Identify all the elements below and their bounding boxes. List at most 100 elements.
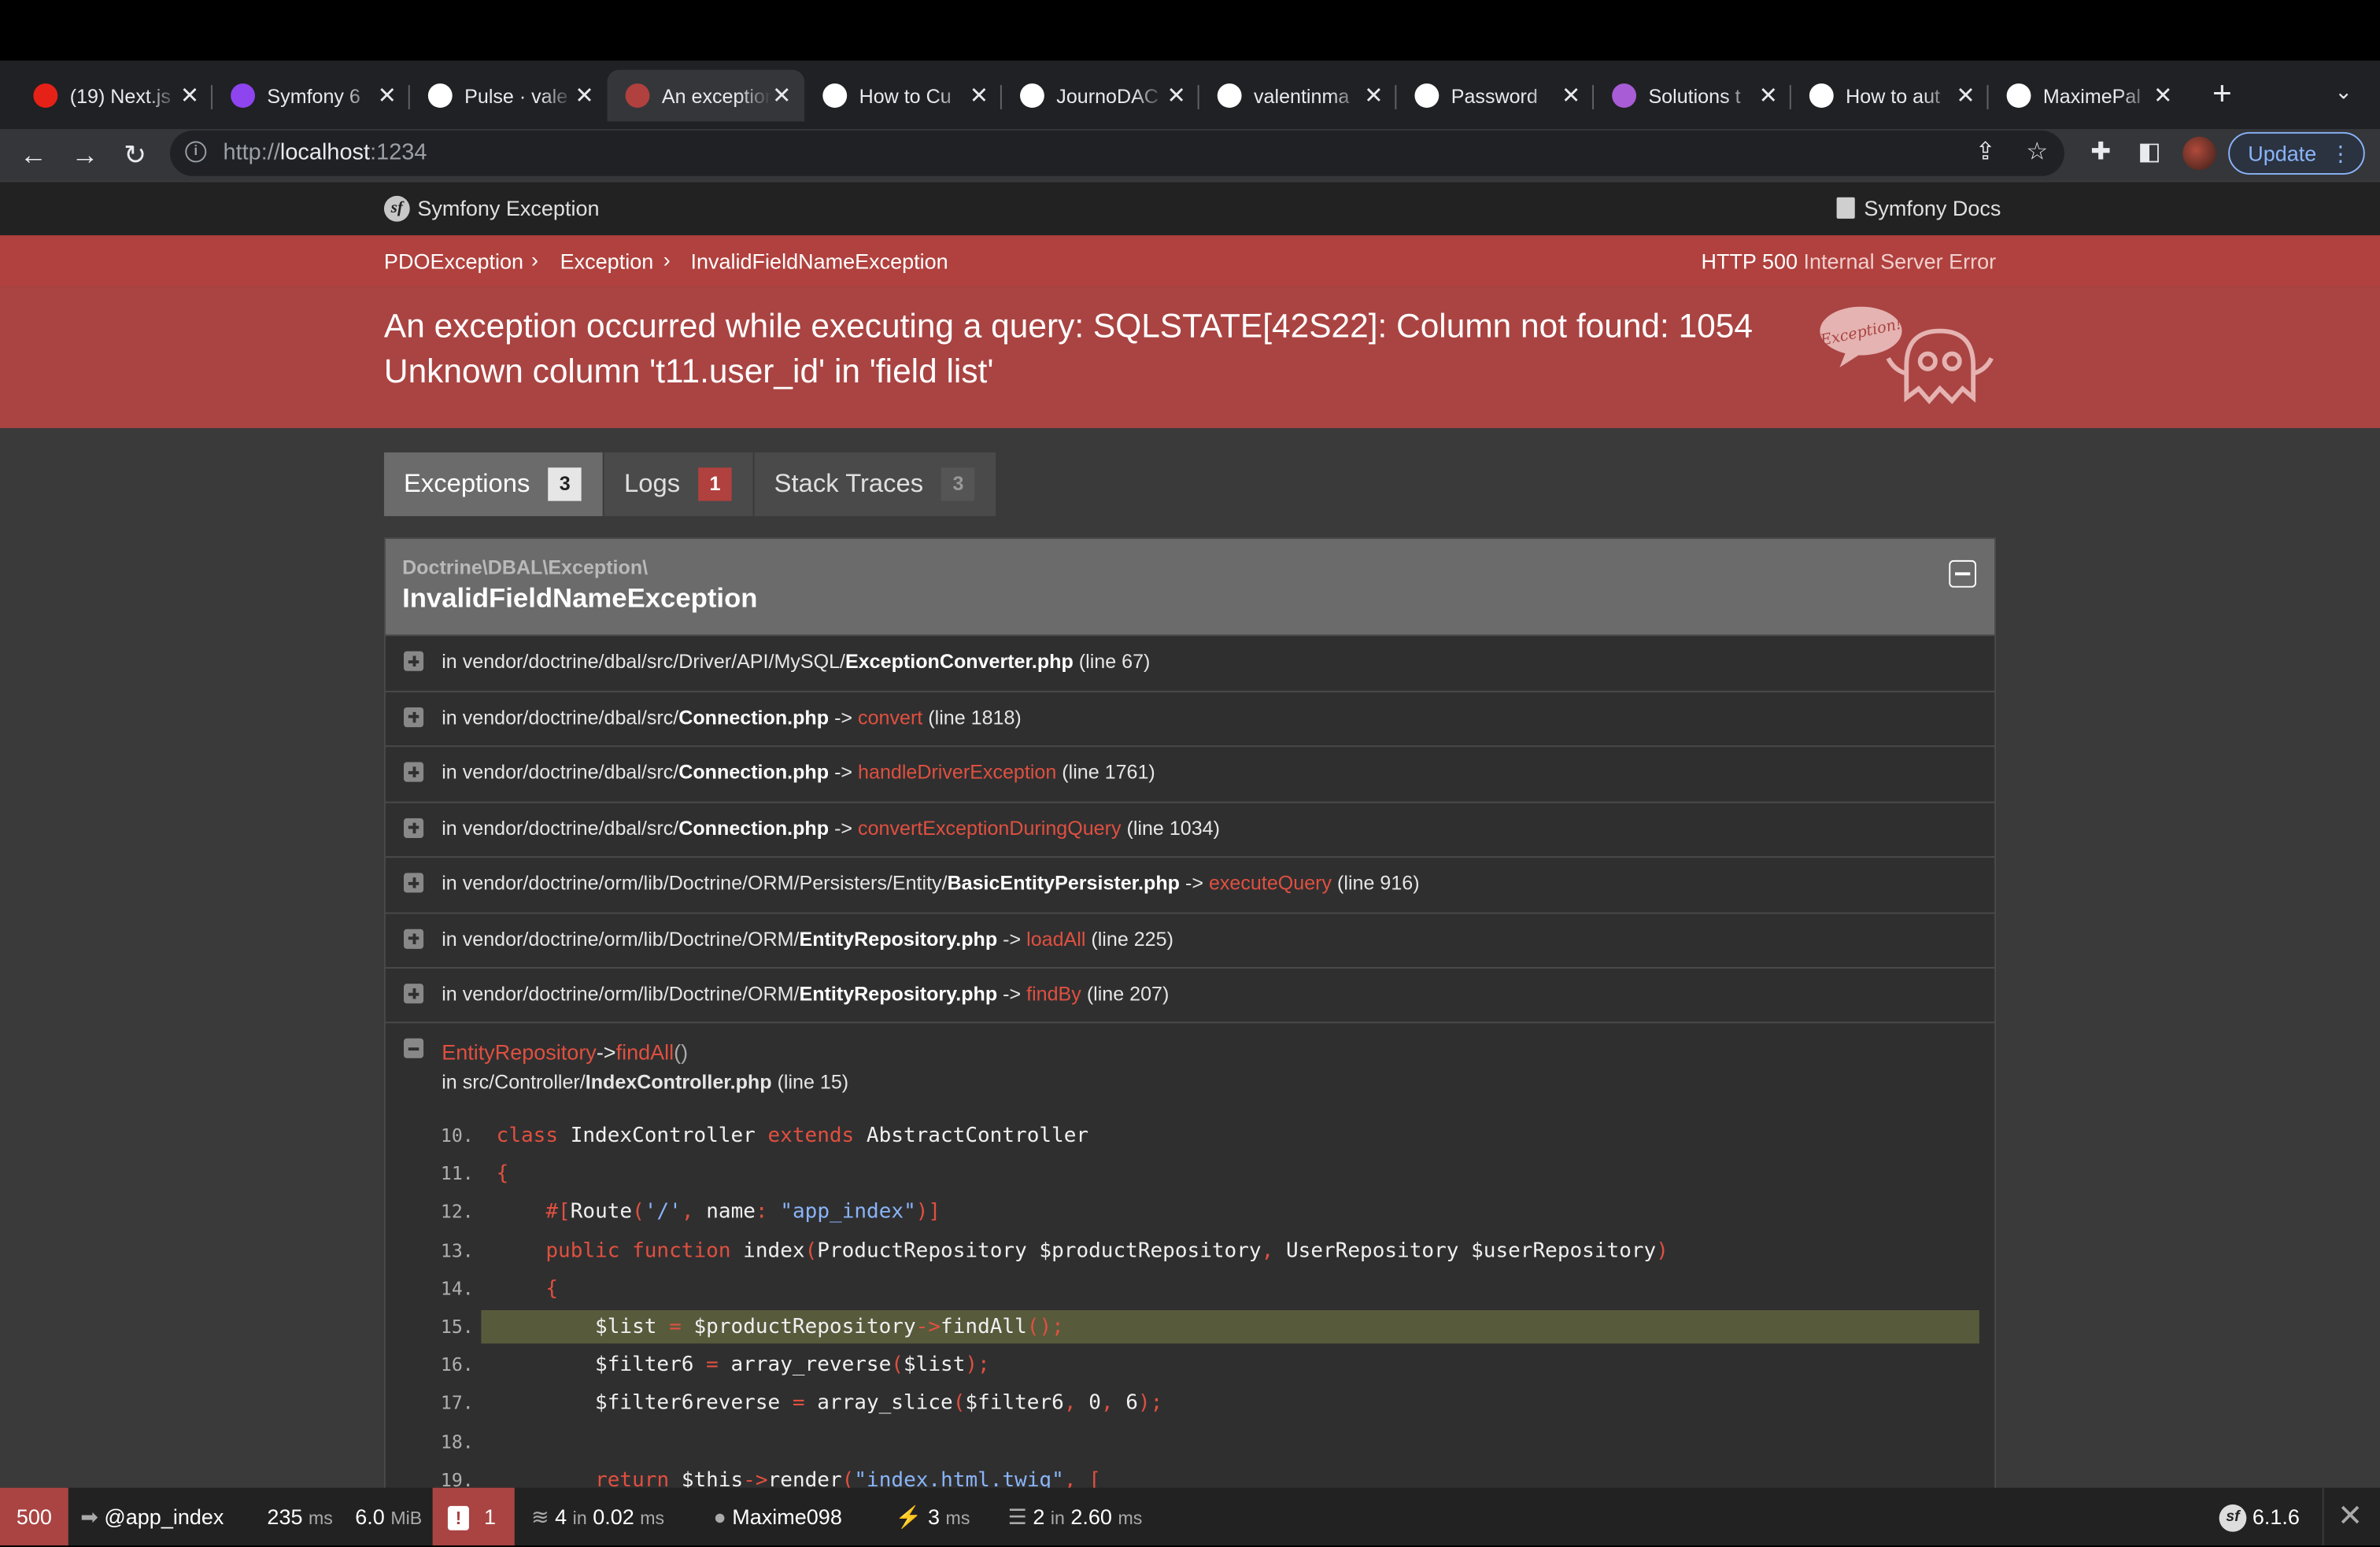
exception-panel: Doctrine\DBAL\Exception\ InvalidFieldNam…: [383, 537, 1997, 1509]
trace-location: in vendor/doctrine/dbal/src/Connection.p…: [442, 705, 1022, 728]
more-menu-icon[interactable]: ⋮: [2330, 134, 2351, 173]
browser-tabstrip: (19) Next.js ✕ Symfony 6 ✕ Pulse · vale ✕ An e…: [0, 61, 2380, 129]
browser-tab[interactable]: How to aut ✕: [1791, 70, 1989, 122]
close-tab-icon[interactable]: ✕: [968, 82, 989, 109]
forward-arrow-icon[interactable]: →: [65, 135, 105, 175]
expand-plus-icon[interactable]: [404, 762, 424, 782]
errors-item[interactable]: ! 1: [432, 1487, 515, 1546]
browser-tab[interactable]: Solutions t ✕: [1594, 70, 1791, 122]
browser-tab[interactable]: Pulse · vale ✕: [410, 70, 608, 122]
trace-row[interactable]: in vendor/doctrine/orm/lib/Doctrine/ORM/…: [385, 911, 1995, 966]
database-item[interactable]: ☰ 2 in 2.60 ms: [1008, 1488, 1143, 1545]
trace-file-name[interactable]: Connection.php: [678, 816, 829, 839]
browser-tab[interactable]: JournoDAC ✕: [1002, 70, 1199, 122]
trace-file-name[interactable]: ExceptionConverter.php: [845, 650, 1074, 673]
trace-location: in vendor/doctrine/dbal/src/Driver/API/M…: [442, 650, 1150, 673]
close-tab-icon[interactable]: ✕: [1561, 82, 1582, 109]
memory-usage[interactable]: 6.0 MiB: [355, 1488, 422, 1545]
update-label: Update: [2248, 141, 2317, 166]
close-tab-icon[interactable]: ✕: [574, 82, 595, 109]
trace-file-name[interactable]: EntityRepository.php: [799, 982, 997, 1005]
expand-plus-icon[interactable]: [404, 707, 424, 727]
browser-tab[interactable]: How to Cu ✕: [804, 70, 1002, 122]
site-info-icon[interactable]: i: [185, 141, 207, 163]
close-tab-icon[interactable]: ✕: [2153, 82, 2174, 109]
symfony-docs-link[interactable]: Symfony Docs: [1864, 196, 2001, 220]
new-tab-button[interactable]: +: [2204, 76, 2240, 112]
update-button[interactable]: Update ⋮: [2228, 131, 2365, 175]
tab-label: Exceptions: [404, 469, 530, 498]
expand-plus-icon[interactable]: [404, 873, 424, 893]
medium-icon: [1612, 83, 1637, 108]
trace-row[interactable]: in vendor/doctrine/dbal/src/Driver/API/M…: [385, 634, 1995, 689]
reload-icon[interactable]: ↻: [116, 135, 155, 175]
trace-file-name[interactable]: Connection.php: [678, 761, 829, 784]
trace-line-number: (line 916): [1337, 871, 1420, 895]
browser-tab[interactable]: MaximePal ✕: [1988, 70, 2186, 122]
breadcrumb-item[interactable]: InvalidFieldNameException: [691, 249, 948, 273]
browser-tab-title: How to Cu: [859, 84, 952, 108]
back-arrow-icon[interactable]: ←: [13, 135, 53, 175]
trace-row[interactable]: in vendor/doctrine/dbal/src/Connection.p…: [385, 689, 1995, 744]
tab-stack-traces[interactable]: Stack Traces 3: [754, 452, 998, 516]
http-unit: ms: [945, 1507, 970, 1529]
trace-file-name[interactable]: Connection.php: [678, 705, 829, 728]
trace-function-name: executeQuery: [1208, 871, 1332, 895]
trace-row[interactable]: in vendor/doctrine/orm/lib/Doctrine/ORM/…: [385, 856, 1995, 910]
code-text: $filter6 = array_reverse($list);: [496, 1353, 990, 1378]
share-icon[interactable]: ⇪: [1968, 137, 2001, 170]
trace-path: vendor/doctrine/orm/lib/Doctrine/ORM/: [462, 982, 800, 1006]
user-name: Maxime098: [732, 1504, 842, 1529]
chevron-right-icon: ›: [531, 247, 539, 272]
expand-plus-icon[interactable]: [404, 928, 424, 948]
close-tab-icon[interactable]: ✕: [1955, 82, 1976, 109]
close-tab-icon[interactable]: ✕: [1757, 82, 1779, 109]
close-tab-icon[interactable]: ✕: [771, 82, 793, 109]
trace-line-number: (line 1761): [1062, 760, 1155, 784]
trace-prefix: in: [442, 871, 463, 895]
expand-plus-icon[interactable]: [404, 817, 424, 838]
exception-panel-header[interactable]: Doctrine\DBAL\Exception\ InvalidFieldNam…: [385, 538, 1995, 635]
breadcrumb-item[interactable]: Exception: [560, 249, 654, 273]
trace-parens: (): [674, 1039, 689, 1065]
trace-row[interactable]: in vendor/doctrine/orm/lib/Doctrine/ORM/…: [385, 966, 1995, 1021]
close-tab-icon[interactable]: ✕: [179, 82, 201, 109]
expand-plus-icon[interactable]: [404, 651, 424, 671]
browser-tab[interactable]: An exception ✕: [607, 69, 805, 122]
tab-separator: [1986, 85, 1989, 109]
browser-tab[interactable]: (19) Next.js ✕: [15, 70, 213, 122]
extensions-puzzle-icon[interactable]: ✚: [2084, 137, 2117, 170]
tab-exceptions[interactable]: Exceptions 3: [383, 452, 604, 516]
browser-tab[interactable]: valentinma ✕: [1199, 70, 1397, 122]
security-item[interactable]: ● Maxime098: [713, 1488, 841, 1545]
close-tab-icon[interactable]: ✕: [376, 82, 397, 109]
tab-search-chevron-icon[interactable]: ⌄: [2328, 79, 2359, 109]
expand-plus-icon[interactable]: [404, 984, 424, 1004]
breadcrumb-item[interactable]: PDOException: [384, 249, 523, 273]
address-bar[interactable]: i http://localhost:1234: [170, 130, 2064, 176]
close-tab-icon[interactable]: ✕: [1363, 82, 1384, 109]
route-item[interactable]: ➡ @app_index: [80, 1488, 224, 1545]
request-time[interactable]: 235 ms: [267, 1488, 332, 1545]
trace-row[interactable]: in vendor/doctrine/dbal/src/Connection.p…: [385, 800, 1995, 855]
trace-file-name[interactable]: EntityRepository.php: [799, 927, 997, 950]
collapse-icon[interactable]: [1949, 559, 1977, 588]
twig-item[interactable]: ≋ 4 in 0.02 ms: [531, 1488, 664, 1545]
tab-logs[interactable]: Logs 1: [604, 452, 755, 516]
profile-avatar[interactable]: [2182, 136, 2216, 171]
trace-file-name[interactable]: BasicEntityPersister.php: [948, 871, 1180, 894]
collapse-trace-icon[interactable]: [404, 1038, 424, 1058]
close-tab-icon[interactable]: ✕: [1166, 82, 1187, 109]
side-panel-icon[interactable]: ◧: [2133, 137, 2166, 170]
http-time: 3: [928, 1504, 941, 1529]
symfony-version-item[interactable]: sf 6.1.6: [2219, 1488, 2300, 1545]
trace-line-number: (line 207): [1086, 982, 1170, 1006]
http-client-item[interactable]: ⚡ 3 ms: [896, 1488, 970, 1545]
browser-tab[interactable]: Password ✕: [1396, 70, 1594, 122]
status-code-badge[interactable]: 500: [0, 1487, 68, 1546]
browser-tab[interactable]: Symfony 6 ✕: [213, 70, 410, 122]
trace-file-name[interactable]: IndexController.php: [586, 1070, 772, 1093]
close-toolbar-icon[interactable]: ✕: [2338, 1488, 2363, 1545]
trace-row[interactable]: in vendor/doctrine/dbal/src/Connection.p…: [385, 745, 1995, 799]
bookmark-star-icon[interactable]: ☆: [2020, 137, 2053, 170]
